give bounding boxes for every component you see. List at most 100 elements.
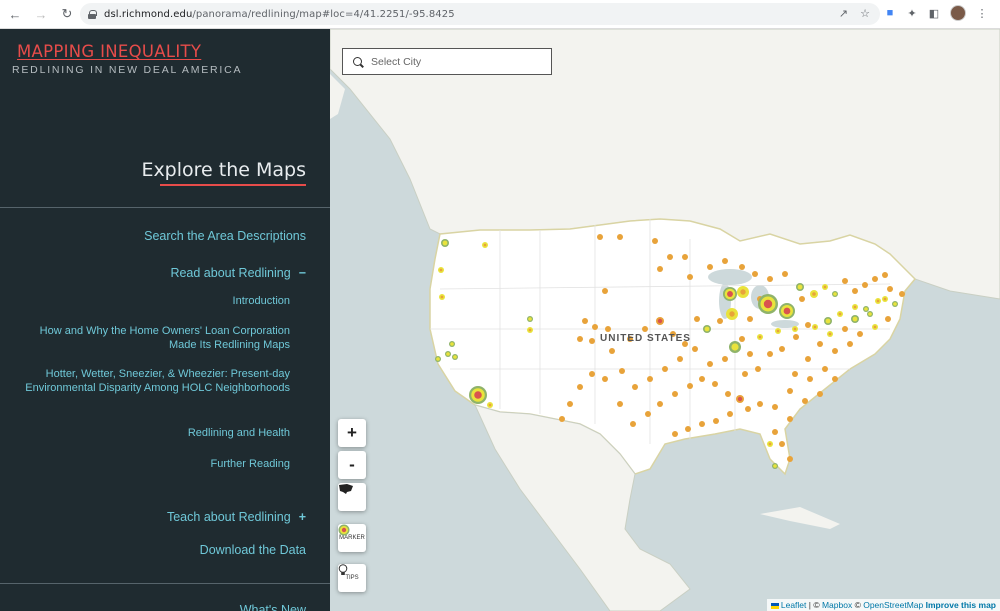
city-marker[interactable]	[527, 316, 533, 322]
sublink-redlining-health[interactable]: Redlining and Health	[188, 426, 290, 440]
city-marker[interactable]	[787, 388, 793, 394]
city-marker[interactable]	[824, 317, 832, 325]
city-marker[interactable]	[699, 376, 705, 382]
city-marker[interactable]	[792, 371, 798, 377]
city-marker[interactable]	[758, 294, 778, 314]
city-marker[interactable]	[645, 411, 651, 417]
city-marker[interactable]	[772, 463, 778, 469]
city-marker[interactable]	[739, 336, 745, 342]
city-marker[interactable]	[875, 298, 881, 304]
city-marker[interactable]	[656, 317, 664, 325]
city-marker[interactable]	[852, 304, 858, 310]
city-marker[interactable]	[745, 406, 751, 412]
sublink-introduction[interactable]: Introduction	[233, 294, 290, 308]
city-marker[interactable]	[767, 276, 773, 282]
profile-avatar[interactable]	[950, 5, 966, 21]
city-marker[interactable]	[805, 322, 811, 328]
city-marker[interactable]	[609, 348, 615, 354]
city-marker[interactable]	[779, 303, 795, 319]
search-descriptions-link[interactable]: Search the Area Descriptions	[144, 229, 306, 243]
address-bar[interactable]: dsl.richmond.edu/panorama/redlining/map#…	[80, 3, 880, 25]
city-marker[interactable]	[772, 429, 778, 435]
city-marker[interactable]	[582, 318, 588, 324]
city-marker[interactable]	[882, 272, 888, 278]
city-marker[interactable]	[597, 234, 603, 240]
city-marker[interactable]	[747, 351, 753, 357]
tips-button[interactable]: TIPS	[338, 564, 366, 592]
city-marker[interactable]	[452, 354, 458, 360]
city-marker[interactable]	[707, 361, 713, 367]
city-marker[interactable]	[739, 264, 745, 270]
share-icon[interactable]: ↗	[839, 7, 848, 20]
download-data-link[interactable]: Download the Data	[200, 543, 306, 557]
city-marker[interactable]	[863, 306, 869, 312]
whats-new-link[interactable]: What's New	[240, 603, 306, 611]
city-marker[interactable]	[692, 346, 698, 352]
city-marker[interactable]	[885, 316, 891, 322]
city-marker[interactable]	[672, 391, 678, 397]
city-marker[interactable]	[662, 366, 668, 372]
city-marker[interactable]	[799, 296, 805, 302]
city-marker[interactable]	[767, 351, 773, 357]
city-marker[interactable]	[852, 288, 858, 294]
sublink-holc-maps[interactable]: How and Why the Home Owners' Loan Corpor…	[20, 324, 290, 352]
city-marker[interactable]	[862, 282, 868, 288]
city-marker[interactable]	[672, 431, 678, 437]
marker-toggle-button[interactable]: MARKER	[338, 524, 366, 552]
city-marker[interactable]	[810, 290, 818, 298]
city-marker[interactable]	[632, 384, 638, 390]
city-marker[interactable]	[817, 341, 823, 347]
sublink-further-reading[interactable]: Further Reading	[211, 457, 291, 471]
city-marker[interactable]	[445, 351, 451, 357]
improve-map-link[interactable]: Improve this map	[926, 600, 996, 610]
city-marker[interactable]	[647, 376, 653, 382]
city-marker[interactable]	[602, 288, 608, 294]
city-marker[interactable]	[722, 258, 728, 264]
city-marker[interactable]	[872, 324, 878, 330]
city-marker[interactable]	[807, 376, 813, 382]
city-marker[interactable]	[857, 331, 863, 337]
city-marker[interactable]	[713, 418, 719, 424]
city-marker[interactable]	[687, 383, 693, 389]
city-marker[interactable]	[827, 331, 833, 337]
collapse-minus-icon[interactable]: −	[299, 266, 306, 280]
zoom-in-button[interactable]: +	[338, 419, 366, 447]
city-marker[interactable]	[832, 376, 838, 382]
city-marker[interactable]	[642, 326, 648, 332]
city-marker[interactable]	[617, 234, 623, 240]
document-extension-icon[interactable]: ■	[884, 6, 896, 20]
city-marker[interactable]	[779, 346, 785, 352]
city-marker[interactable]	[796, 283, 804, 291]
city-marker[interactable]	[737, 286, 749, 298]
reload-icon[interactable]: ↻	[56, 3, 78, 25]
city-marker[interactable]	[677, 356, 683, 362]
city-marker[interactable]	[772, 404, 778, 410]
city-marker[interactable]	[736, 395, 744, 403]
city-marker[interactable]	[787, 416, 793, 422]
city-marker[interactable]	[847, 341, 853, 347]
city-marker[interactable]	[527, 327, 533, 333]
city-marker[interactable]	[589, 338, 595, 344]
city-marker[interactable]	[657, 401, 663, 407]
city-marker[interactable]	[577, 384, 583, 390]
city-marker[interactable]	[775, 328, 781, 334]
city-marker[interactable]	[469, 386, 487, 404]
city-marker[interactable]	[812, 324, 818, 330]
city-marker[interactable]	[617, 401, 623, 407]
city-marker[interactable]	[729, 341, 741, 353]
city-marker[interactable]	[657, 266, 663, 272]
city-marker[interactable]	[441, 239, 449, 247]
city-marker[interactable]	[712, 381, 718, 387]
city-marker[interactable]	[842, 326, 848, 332]
city-marker[interactable]	[630, 421, 636, 427]
map-canvas[interactable]: UNITED STATES Select City + - MARKER TIP…	[330, 29, 1000, 611]
city-marker[interactable]	[802, 398, 808, 404]
city-marker[interactable]	[723, 287, 737, 301]
city-marker[interactable]	[726, 308, 738, 320]
city-marker[interactable]	[589, 371, 595, 377]
city-marker[interactable]	[817, 391, 823, 397]
teach-about-redlining-link[interactable]: Teach about Redlining +	[167, 510, 306, 524]
kebab-menu-icon[interactable]: ⋮	[976, 6, 988, 20]
city-marker[interactable]	[707, 264, 713, 270]
city-marker[interactable]	[619, 368, 625, 374]
